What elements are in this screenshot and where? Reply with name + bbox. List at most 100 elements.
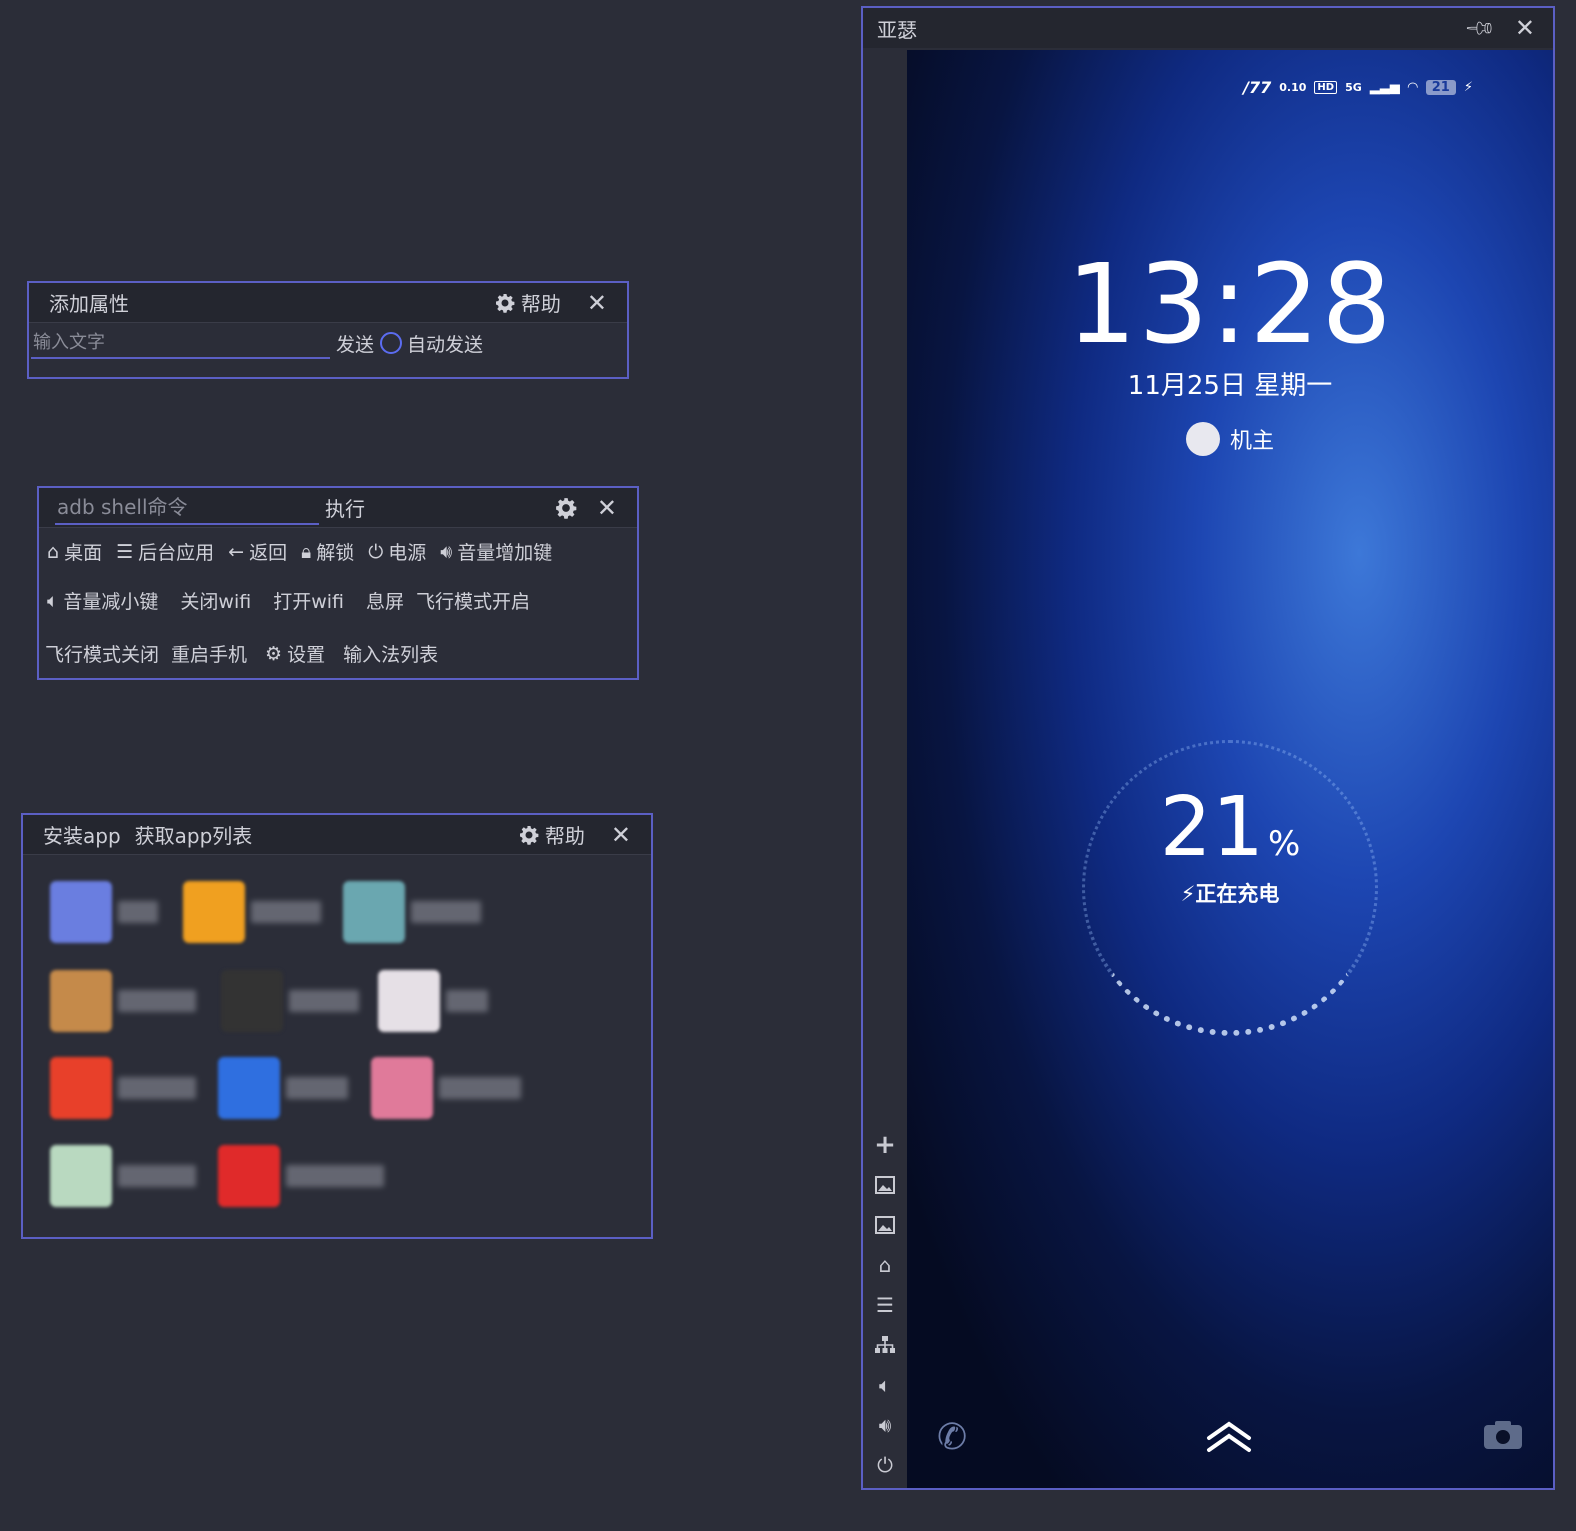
execute-button[interactable]: 执行 [325,493,365,522]
wifi-off-button[interactable]: 关闭wifi [180,587,251,614]
app-icon [218,1145,280,1207]
battery-icon: 21 [1425,80,1456,95]
help-button[interactable]: 帮助 [495,288,561,317]
home-button[interactable]: ⌂ 桌面 [47,538,102,565]
input-method-list-button[interactable]: 输入法列表 [343,640,438,667]
app-item[interactable] [50,1145,196,1207]
swipe-up-icon[interactable] [1205,1418,1253,1458]
airplane-off-button[interactable]: 飞行模式关闭 [45,640,159,667]
screen-off-button[interactable]: 息屏 [366,587,404,614]
app-name [118,901,158,923]
airplane-on-button[interactable]: 飞行模式开启 [416,587,530,614]
add-attribute-panel: 添加属性 帮助 ✕ 发送 自动发送 [27,281,629,379]
send-button[interactable]: 发送 [336,330,374,357]
app-item[interactable] [50,881,158,943]
screenshot-icon[interactable] [873,1213,897,1236]
adb-shell-titlebar: 执行 ✕ [39,488,637,528]
charging-bolt-icon: ⚡︎ [1463,80,1473,95]
recent-apps-button[interactable]: ☰ 后台应用 [116,538,214,565]
apps-titlebar: 安装app 获取app列表 帮助 ✕ [23,815,651,855]
camera-icon[interactable] [1483,1420,1523,1454]
app-item[interactable] [378,970,488,1032]
carrier-icon: /77 [1243,78,1272,97]
app-item[interactable] [50,1057,196,1119]
window-title: 亚瑟 [877,17,917,42]
adb-shell-panel: 执行 ✕ ⌂桌面 ☰后台应用 ←返回 🔒︎解锁 ⏻电源 🔊︎音量增加键 🔈︎音量… [37,486,639,680]
adb-shell-input[interactable] [55,490,319,525]
close-icon[interactable]: ✕ [1515,14,1535,42]
app-name [118,990,196,1012]
back-button[interactable]: ← 返回 [228,538,287,565]
phone-call-icon[interactable]: ✆ [937,1417,967,1458]
close-icon[interactable]: ✕ [597,494,617,522]
get-app-list-button[interactable]: 获取app列表 [135,820,253,849]
phone-window: 亚瑟 📌︎ ✕ + ⌂ ☰ 🔈︎ 🔊︎ ⏻ /77 0.10 HD 5G ▂▃▅… [861,6,1555,1490]
app-icon [50,1145,112,1207]
hd-icon: HD [1314,81,1338,94]
app-name [411,901,481,923]
apps-panel: 安装app 获取app列表 帮助 ✕ [21,813,653,1239]
volume-up-icon[interactable]: 🔊︎ [873,1413,897,1437]
app-item[interactable] [218,1057,348,1119]
home-icon: ⌂ [47,540,60,563]
gear-icon: ⚙ [265,642,283,665]
app-name [289,990,359,1012]
panel-title: 添加属性 [49,292,129,316]
volume-down-icon: 🔈︎ [47,589,59,612]
app-item[interactable] [343,881,481,943]
settings-button[interactable]: ⚙ 设置 [265,640,325,667]
app-item[interactable] [218,1145,384,1207]
close-icon[interactable]: ✕ [611,821,631,849]
wifi-on-button[interactable]: 打开wifi [273,587,344,614]
install-app-button[interactable]: 安装app [43,820,121,849]
menu-icon: ☰ [116,540,134,563]
unlock-button[interactable]: 🔒︎ 解锁 [301,538,354,565]
volume-down-icon[interactable]: 🔈︎ [873,1373,897,1397]
app-item[interactable] [371,1057,521,1119]
help-button[interactable]: 帮助 [519,820,585,849]
phone-screen[interactable]: /77 0.10 HD 5G ▂▃▅ ◠ 21 ⚡︎ 13:28 11月25日 … [907,50,1553,1488]
text-input[interactable] [31,327,330,359]
app-icon [378,970,440,1032]
plus-icon[interactable]: + [873,1130,897,1160]
volume-up-button[interactable]: 🔊︎ 音量增加键 [440,538,552,565]
volume-down-button[interactable]: 🔈︎ 音量减小键 [47,587,158,614]
app-item[interactable] [50,970,196,1032]
side-toolbar: + ⌂ ☰ 🔈︎ 🔊︎ ⏻ [863,1130,907,1477]
app-icon [221,970,283,1032]
avatar [1185,422,1220,456]
gear-icon [495,293,515,313]
auto-send-toggle[interactable]: 自动发送 [380,330,483,357]
app-name [251,901,321,923]
app-item[interactable] [183,881,321,943]
app-icon [371,1057,433,1119]
radio-icon [380,332,403,354]
app-icon [343,881,405,943]
power-button[interactable]: ⏻ 电源 [368,538,426,565]
gear-icon[interactable] [555,497,577,519]
image-icon[interactable] [873,1173,897,1196]
menu-icon[interactable]: ☰ [873,1293,897,1317]
close-icon[interactable]: ✕ [587,289,607,317]
power-icon[interactable]: ⏻ [873,1453,897,1477]
app-icon [50,970,112,1032]
home-icon[interactable]: ⌂ [873,1253,897,1277]
app-item[interactable] [221,970,359,1032]
help-label: 帮助 [520,292,561,316]
app-name [118,1077,196,1099]
pin-icon[interactable]: 📌︎ [1463,11,1498,46]
app-name [286,1077,348,1099]
status-bar: /77 0.10 HD 5G ▂▃▅ ◠ 21 ⚡︎ [1243,78,1473,97]
app-name [446,990,488,1012]
add-attribute-titlebar: 添加属性 帮助 ✕ [29,283,627,323]
reboot-button[interactable]: 重启手机 [171,640,247,667]
sitemap-icon[interactable] [873,1333,897,1356]
owner-profile[interactable]: 机主 [907,422,1553,456]
app-name [118,1165,196,1187]
charging-status: ⚡︎正在充电 [1180,882,1280,906]
app-icon [218,1057,280,1119]
phone-titlebar: 亚瑟 📌︎ ✕ [863,8,1553,48]
owner-name: 机主 [1229,429,1274,454]
network-type: 5G [1345,81,1362,94]
gear-icon [519,825,539,845]
